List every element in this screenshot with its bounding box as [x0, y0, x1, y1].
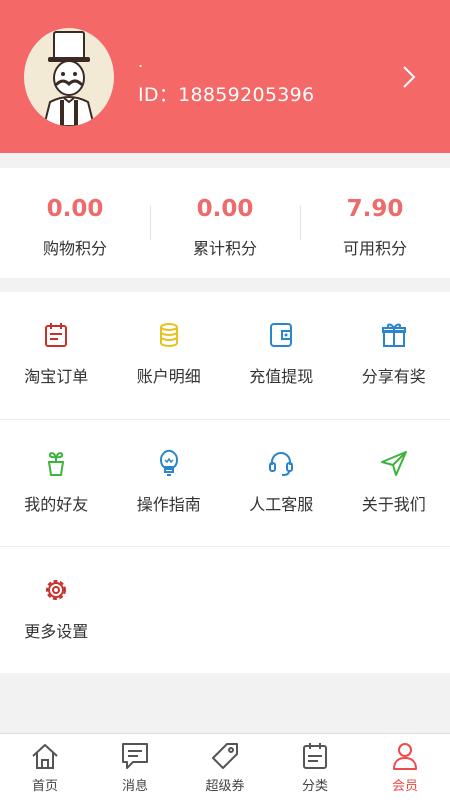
- stat-value: 0.00: [196, 196, 254, 222]
- headset-icon: [269, 452, 294, 476]
- tab-category[interactable]: 分类: [270, 734, 360, 800]
- grid-item-label: 分享有奖: [361, 367, 426, 386]
- grid-item-label: 更多设置: [24, 622, 89, 641]
- grid-item-label: 我的好友: [24, 495, 89, 514]
- tab-label: 首页: [31, 779, 58, 794]
- grid-item-taobao-orders[interactable]: 淘宝订单: [0, 292, 113, 419]
- stat-available-points[interactable]: 7.90 可用积分: [300, 168, 450, 278]
- tab-label: 消息: [121, 779, 148, 794]
- avatar[interactable]: [24, 28, 114, 126]
- tab-home[interactable]: 首页: [0, 734, 90, 800]
- tab-super-coupon[interactable]: 超级券: [180, 734, 270, 800]
- grid-item-more-settings[interactable]: 更多设置: [0, 547, 113, 674]
- top-hat-man-avatar-icon: [42, 31, 96, 126]
- grid-item-label: 淘宝订单: [24, 367, 89, 386]
- home-icon: [32, 744, 58, 769]
- stat-value: 7.90: [346, 196, 404, 222]
- grid-item-my-friends[interactable]: 我的好友: [0, 420, 113, 547]
- tab-label: 分类: [301, 779, 328, 794]
- tab-messages[interactable]: 消息: [90, 734, 180, 800]
- chevron-right-icon[interactable]: [396, 64, 422, 90]
- function-grid: 淘宝订单 账户明细 充值提现 分享有奖 我的好友 操作指南 人工客服 关于我们 …: [0, 292, 450, 673]
- grid-item-about-us[interactable]: 关于我们: [338, 420, 450, 547]
- coins-icon: [159, 323, 178, 347]
- grid-item-recharge-withdraw[interactable]: 充值提现: [225, 292, 338, 419]
- wallet-icon: [270, 323, 293, 347]
- tab-label: 超级券: [205, 779, 245, 794]
- grid-item-share-reward[interactable]: 分享有奖: [338, 292, 450, 419]
- grid-row: 我的好友 操作指南 人工客服 关于我们: [0, 419, 450, 546]
- stat-label: 累计积分: [192, 239, 257, 258]
- plant-pot-icon: [48, 452, 65, 476]
- grid-row: 淘宝订单 账户明细 充值提现 分享有奖: [0, 292, 450, 419]
- stat-value: 0.00: [46, 196, 104, 222]
- tab-label: 会员: [391, 779, 418, 794]
- stat-shopping-points[interactable]: 0.00 购物积分: [0, 168, 150, 278]
- calendar-icon: [45, 323, 68, 347]
- message-icon: [122, 743, 148, 769]
- profile-nickname: .: [138, 52, 144, 71]
- tab-member[interactable]: 会员: [360, 734, 450, 800]
- profile-id: ID：18859205396: [138, 84, 315, 106]
- grid-item-customer-service[interactable]: 人工客服: [225, 420, 338, 547]
- bottom-tab-bar: 首页 消息 超级券 分类 会员: [0, 733, 450, 800]
- category-calendar-icon: [303, 743, 327, 769]
- stat-total-points[interactable]: 0.00 累计积分: [150, 168, 300, 278]
- grid-item-label: 人工客服: [249, 495, 314, 514]
- grid-item-guide[interactable]: 操作指南: [113, 420, 226, 547]
- profile-header[interactable]: . ID：18859205396: [0, 0, 450, 153]
- grid-row: 更多设置: [0, 546, 450, 673]
- points-summary: 0.00 购物积分 0.00 累计积分 7.90 可用积分: [0, 168, 450, 278]
- coupon-tag-icon: [212, 743, 238, 769]
- grid-item-label: 操作指南: [136, 495, 201, 514]
- grid-item-label: 充值提现: [249, 367, 314, 386]
- member-person-icon: [393, 743, 417, 770]
- stat-label: 购物积分: [42, 239, 107, 258]
- send-icon: [380, 451, 407, 476]
- stat-label: 可用积分: [342, 239, 407, 258]
- gear-icon: [46, 580, 67, 600]
- grid-item-label: 关于我们: [361, 495, 426, 514]
- gift-icon: [381, 323, 406, 347]
- lightbulb-icon: [159, 449, 178, 476]
- grid-item-label: 账户明细: [136, 367, 201, 386]
- grid-item-account-details[interactable]: 账户明细: [113, 292, 226, 419]
